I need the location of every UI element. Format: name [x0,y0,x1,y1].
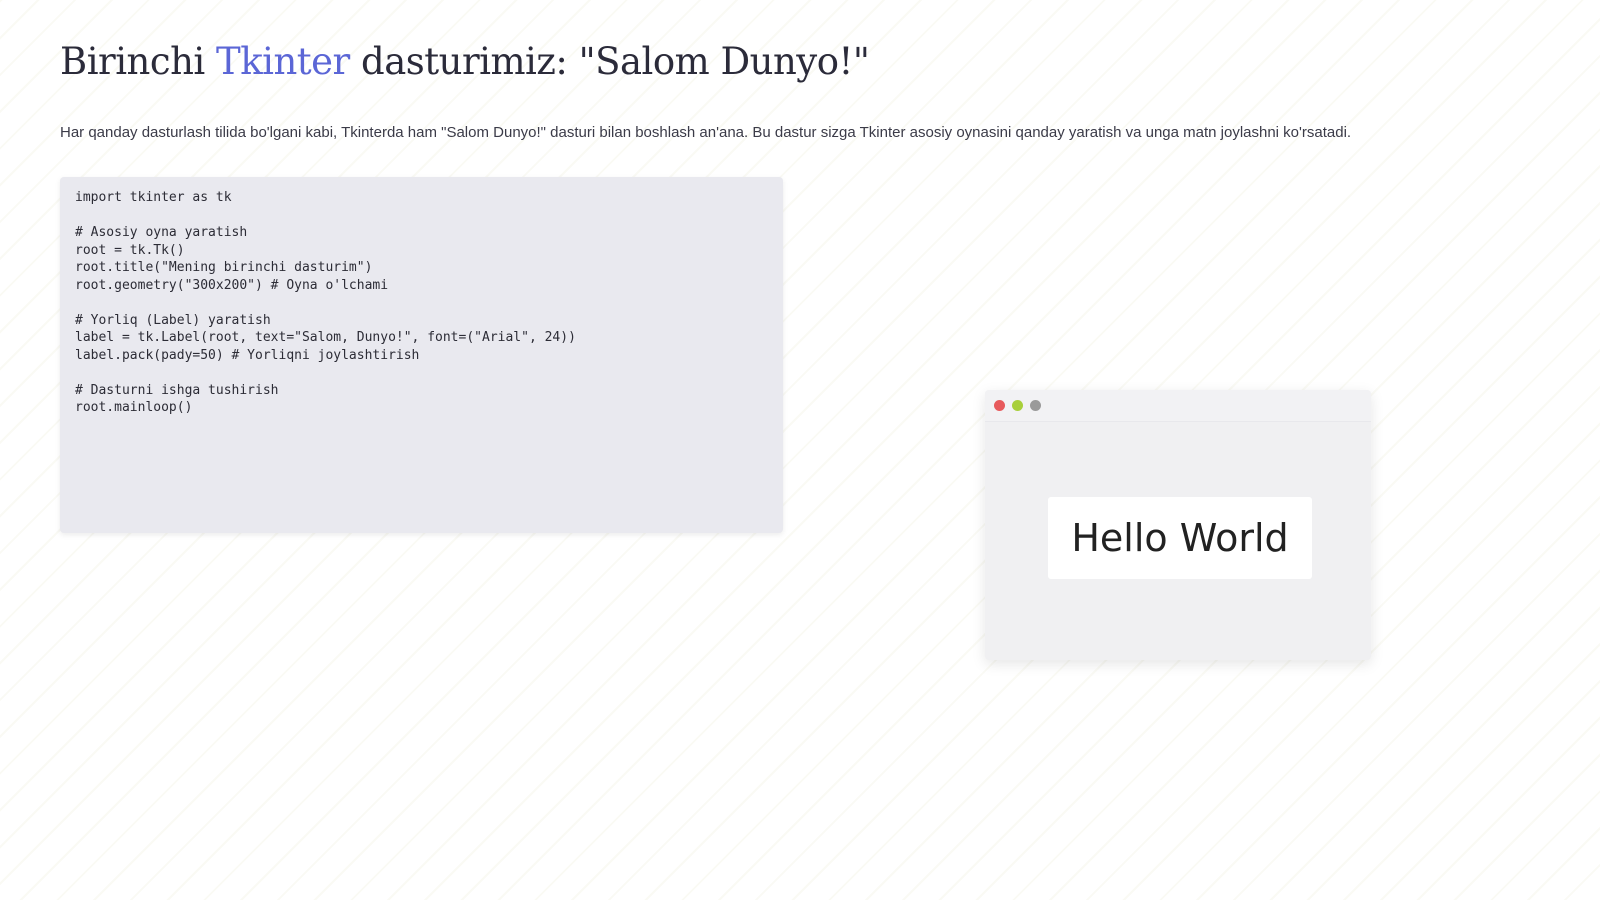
title-accent: Tkinter [216,40,350,83]
zoom-dot-icon [1030,400,1041,411]
code-block: import tkinter as tk # Asosiy oyna yarat… [60,177,783,533]
code-text[interactable]: import tkinter as tk # Asosiy oyna yarat… [75,189,768,417]
close-dot-icon [994,400,1005,411]
tk-window-preview: Hello World [985,390,1371,660]
intro-paragraph: Har qanday dasturlash tilida bo'lgani ka… [60,124,1352,141]
window-titlebar [985,390,1371,422]
minimize-dot-icon [1012,400,1023,411]
title-prefix: Birinchi [60,40,217,83]
slide-title: Birinchi Tkinter dasturimiz: "Salom Duny… [60,40,870,83]
hello-world-label: Hello World [1048,497,1312,579]
title-suffix: dasturimiz: "Salom Dunyo!" [349,40,870,83]
